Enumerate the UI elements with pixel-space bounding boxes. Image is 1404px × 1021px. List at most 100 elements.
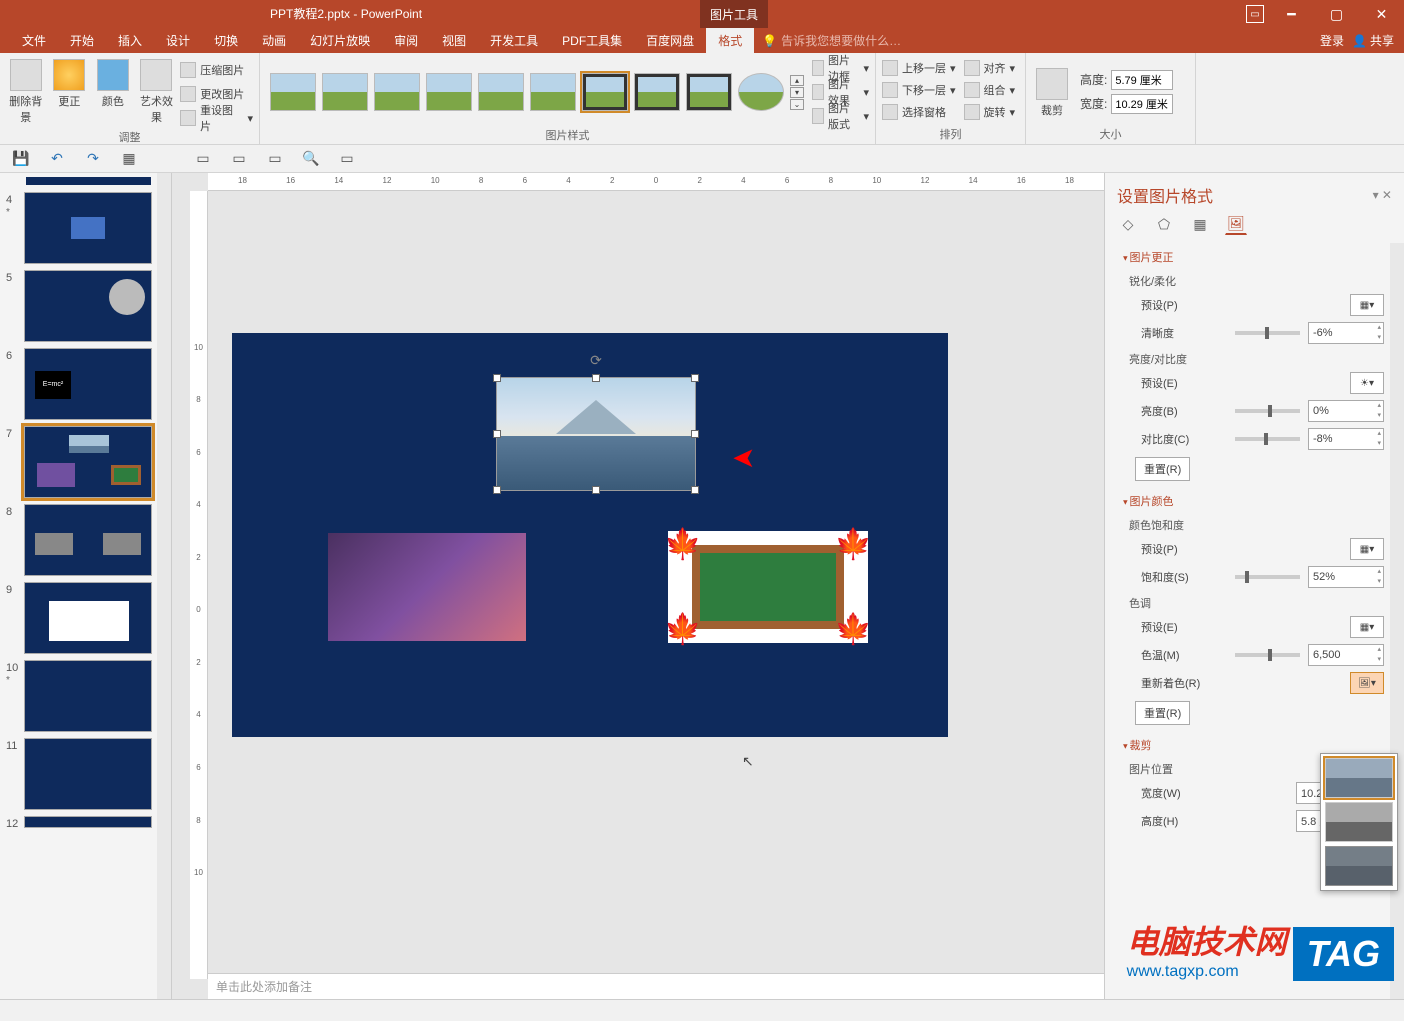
qat-icon[interactable]: ▭ <box>266 150 284 168</box>
slide-thumb[interactable] <box>24 192 152 264</box>
compress-pictures-button[interactable]: 压缩图片 <box>180 59 253 81</box>
slide-image[interactable] <box>328 533 526 641</box>
style-preset-selected[interactable] <box>582 73 628 111</box>
section-corrections[interactable]: 图片更正 <box>1123 243 1394 269</box>
width-input[interactable] <box>1111 94 1173 114</box>
minimize-button[interactable]: ━ <box>1269 0 1314 28</box>
slide-thumb[interactable]: E=mc² <box>24 348 152 420</box>
recolor-option[interactable] <box>1325 758 1393 798</box>
reset-color-button[interactable]: 重置(R) <box>1135 701 1190 725</box>
tab-baidu[interactable]: 百度网盘 <box>634 28 706 53</box>
contrast-slider[interactable] <box>1235 437 1300 441</box>
slide-thumb[interactable] <box>24 504 152 576</box>
qat-icon[interactable]: ▭ <box>194 150 212 168</box>
reset-picture-button[interactable]: 重设图片 ▾ <box>180 107 253 129</box>
sharpen-preset-button[interactable]: ▦▾ <box>1350 294 1384 316</box>
saturation-preset-button[interactable]: ▦▾ <box>1350 538 1384 560</box>
notes-placeholder[interactable]: 单击此处添加备注 <box>208 973 1104 999</box>
tell-me-input[interactable]: 💡 告诉我您想要做什么… <box>762 32 901 49</box>
recolor-option[interactable] <box>1325 846 1393 886</box>
slide-image[interactable]: 🍁 🍁 🍁 🍁 <box>668 531 868 643</box>
style-preset[interactable] <box>426 73 472 111</box>
maximize-button[interactable]: ▢ <box>1314 0 1359 28</box>
tab-format[interactable]: 格式 <box>706 28 754 53</box>
pane-tab-fill[interactable]: ◇ <box>1117 213 1139 235</box>
slide-canvas[interactable]: ⟳ ➤ 🍁 🍁 🍁 🍁 <box>232 333 948 737</box>
selection-pane-button[interactable]: 选择窗格 <box>882 101 956 123</box>
brightness-value[interactable]: 0% <box>1308 400 1384 422</box>
style-preset[interactable] <box>374 73 420 111</box>
rotate-button[interactable]: 旋转 ▾ <box>964 101 1016 123</box>
temp-slider[interactable] <box>1235 653 1300 657</box>
redo-button[interactable]: ↷ <box>84 150 102 168</box>
picture-layout-button[interactable]: 图片版式 ▾ <box>812 105 869 127</box>
save-button[interactable]: 💾 <box>12 150 30 168</box>
clarity-value[interactable]: -6% <box>1308 322 1384 344</box>
tab-home[interactable]: 开始 <box>58 28 106 53</box>
brightness-preset-button[interactable]: ☀▾ <box>1350 372 1384 394</box>
corrections-button[interactable]: 更正 <box>50 57 90 109</box>
height-input[interactable] <box>1111 70 1173 90</box>
qat-icon[interactable]: ▦ <box>120 150 138 168</box>
pane-tab-size[interactable]: ▦ <box>1189 213 1211 235</box>
artistic-effects-button[interactable]: 艺术效果 <box>137 57 177 125</box>
undo-button[interactable]: ↶ <box>48 150 66 168</box>
align-button[interactable]: 对齐 ▾ <box>964 57 1016 79</box>
recolor-popup[interactable] <box>1320 753 1398 891</box>
color-button[interactable]: 颜色 <box>93 57 133 109</box>
selected-image[interactable]: ⟳ <box>496 377 696 491</box>
slide-editor[interactable]: 18161412108642024681012141618 1086420246… <box>172 173 1104 999</box>
tone-preset-button[interactable]: ▦▾ <box>1350 616 1384 638</box>
slide-thumb[interactable] <box>24 738 152 810</box>
slide-thumb[interactable] <box>24 270 152 342</box>
tab-review[interactable]: 审阅 <box>382 28 430 53</box>
tab-transitions[interactable]: 切换 <box>202 28 250 53</box>
pane-close-button[interactable]: ▾ ✕ <box>1373 188 1392 202</box>
slide-thumb[interactable] <box>24 660 152 732</box>
qat-icon[interactable]: ▭ <box>230 150 248 168</box>
style-preset[interactable] <box>322 73 368 111</box>
tab-insert[interactable]: 插入 <box>106 28 154 53</box>
qat-icon[interactable]: 🔍 <box>302 150 320 168</box>
slide-thumb[interactable] <box>24 582 152 654</box>
login-link[interactable]: 登录 <box>1320 32 1344 49</box>
contrast-value[interactable]: -8% <box>1308 428 1384 450</box>
tab-file[interactable]: 文件 <box>10 28 58 53</box>
saturation-value[interactable]: 52% <box>1308 566 1384 588</box>
clarity-slider[interactable] <box>1235 331 1300 335</box>
rotate-handle[interactable]: ⟳ <box>590 352 602 369</box>
style-preset[interactable] <box>634 73 680 111</box>
tab-design[interactable]: 设计 <box>154 28 202 53</box>
contextual-tab-picture-tools[interactable]: 图片工具 <box>700 0 768 28</box>
tab-view[interactable]: 视图 <box>430 28 478 53</box>
slide-thumb[interactable] <box>24 816 152 828</box>
tab-dev[interactable]: 开发工具 <box>478 28 550 53</box>
share-button[interactable]: 👤 共享 <box>1352 32 1394 49</box>
style-preset[interactable] <box>530 73 576 111</box>
pane-tab-picture[interactable]: 🖼 <box>1225 213 1247 235</box>
tab-animations[interactable]: 动画 <box>250 28 298 53</box>
temp-value[interactable]: 6,500 <box>1308 644 1384 666</box>
close-button[interactable]: ✕ <box>1359 0 1404 28</box>
qat-icon[interactable]: ▭ <box>338 150 356 168</box>
style-preset[interactable] <box>686 73 732 111</box>
saturation-slider[interactable] <box>1235 575 1300 579</box>
style-preset[interactable] <box>738 73 784 111</box>
ribbon-options-icon[interactable]: ▭ <box>1246 5 1264 23</box>
send-backward-button[interactable]: 下移一层 ▾ <box>882 79 956 101</box>
remove-background-button[interactable]: 删除背景 <box>6 57 46 125</box>
tab-slideshow[interactable]: 幻灯片放映 <box>298 28 382 53</box>
slide-thumbnails[interactable]: 4* 5 6E=mc² 7 8 9 10* 11 12 <box>0 173 172 999</box>
crop-button[interactable]: 裁剪 <box>1032 66 1072 118</box>
recolor-option[interactable] <box>1325 802 1393 842</box>
gallery-more-button[interactable]: ▴▾⌄ <box>790 75 804 110</box>
tab-pdf[interactable]: PDF工具集 <box>550 28 634 53</box>
brightness-slider[interactable] <box>1235 409 1300 413</box>
style-preset[interactable] <box>270 73 316 111</box>
slide-thumb-selected[interactable] <box>24 426 152 498</box>
section-color[interactable]: 图片颜色 <box>1123 487 1394 513</box>
recolor-button[interactable]: 🖼▾ <box>1350 672 1384 694</box>
bring-forward-button[interactable]: 上移一层 ▾ <box>882 57 956 79</box>
reset-corrections-button[interactable]: 重置(R) <box>1135 457 1190 481</box>
group-button[interactable]: 组合 ▾ <box>964 79 1016 101</box>
